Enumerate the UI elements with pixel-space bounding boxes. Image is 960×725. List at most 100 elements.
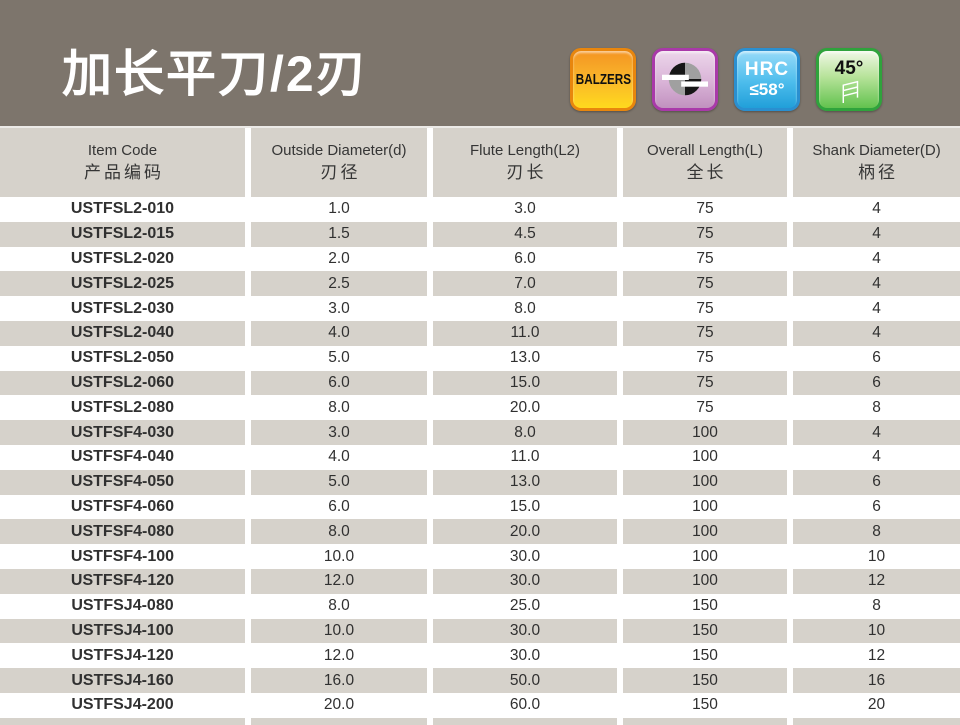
hardness-badge: HRC ≤58° xyxy=(734,48,800,111)
value-cell: 4 xyxy=(790,222,960,247)
balzers-label: BALZERS xyxy=(575,71,630,88)
value-cell: 1.0 xyxy=(248,197,430,222)
item-code-cell: USTFSF4-040 xyxy=(0,445,248,470)
value-cell: 4 xyxy=(790,321,960,346)
table-row: USTFSL2-0606.015.0756 xyxy=(0,371,960,396)
value-cell: 6.0 xyxy=(248,495,430,520)
item-code-cell: USTFSF4-050 xyxy=(0,470,248,495)
table-row: USTFSL2-0101.03.0754 xyxy=(0,197,960,222)
value-cell xyxy=(430,718,620,725)
item-code-cell: USTFSF4-060 xyxy=(0,495,248,520)
value-cell: 150 xyxy=(620,619,790,644)
value-cell: 4 xyxy=(790,197,960,222)
value-cell: 16.0 xyxy=(248,668,430,693)
helix-angle-badge: 45° xyxy=(816,48,882,111)
item-code-cell: USTFSJ4-080 xyxy=(0,594,248,619)
header-label-en: Overall Length(L) xyxy=(623,141,787,161)
table-row: USTFSJ4-16016.050.015016 xyxy=(0,668,960,693)
value-cell: 2.0 xyxy=(248,247,430,272)
table-row: USTFSL2-0151.54.5754 xyxy=(0,222,960,247)
table-row: USTFSF4-12012.030.010012 xyxy=(0,569,960,594)
value-cell xyxy=(620,718,790,725)
value-cell: 75 xyxy=(620,296,790,321)
value-cell: 100 xyxy=(620,519,790,544)
table-row: USTFSL2-0808.020.0758 xyxy=(0,395,960,420)
value-cell: 4 xyxy=(790,420,960,445)
value-cell: 6.0 xyxy=(430,247,620,272)
value-cell: 2.5 xyxy=(248,271,430,296)
table-header-row: Item Code 产品编码 Outside Diameter(d) 刃径 Fl… xyxy=(0,128,960,197)
value-cell: 4 xyxy=(790,296,960,321)
table-row: USTFSJ4-10010.030.015010 xyxy=(0,619,960,644)
value-cell: 8.0 xyxy=(430,420,620,445)
value-cell: 4 xyxy=(790,271,960,296)
header-label-en: Shank Diameter(D) xyxy=(793,141,960,161)
value-cell: 6 xyxy=(790,346,960,371)
value-cell: 4 xyxy=(790,247,960,272)
column-header-item-code: Item Code 产品编码 xyxy=(0,128,248,197)
value-cell: 13.0 xyxy=(430,346,620,371)
value-cell: 20.0 xyxy=(430,519,620,544)
column-header-overall-length: Overall Length(L) 全长 xyxy=(620,128,790,197)
item-code-cell: USTFSF4-100 xyxy=(0,544,248,569)
value-cell: 100 xyxy=(620,445,790,470)
balzers-badge: BALZERS xyxy=(570,48,636,111)
value-cell: 5.0 xyxy=(248,470,430,495)
value-cell: 3.0 xyxy=(248,420,430,445)
value-cell: 75 xyxy=(620,222,790,247)
value-cell: 6 xyxy=(790,495,960,520)
value-cell xyxy=(248,718,430,725)
value-cell: 15.0 xyxy=(430,495,620,520)
value-cell: 75 xyxy=(620,321,790,346)
value-cell: 75 xyxy=(620,371,790,396)
item-code-cell: USTFSJ4-100 xyxy=(0,619,248,644)
table-row: USTFSJ4-12012.030.015012 xyxy=(0,643,960,668)
value-cell: 12.0 xyxy=(248,643,430,668)
item-code-cell: USTFSL2-025 xyxy=(0,271,248,296)
value-cell: 7.0 xyxy=(430,271,620,296)
page-title: 加长平刀/2刃 xyxy=(62,47,368,102)
value-cell: 10.0 xyxy=(248,544,430,569)
value-cell: 25.0 xyxy=(430,594,620,619)
table-row: USTFSL2-0202.06.0754 xyxy=(0,247,960,272)
value-cell: 8.0 xyxy=(248,395,430,420)
value-cell: 20.0 xyxy=(430,395,620,420)
value-cell: 75 xyxy=(620,247,790,272)
item-code-cell: USTFSL2-030 xyxy=(0,296,248,321)
value-cell: 15.0 xyxy=(430,371,620,396)
item-code-cell: USTFSL2-020 xyxy=(0,247,248,272)
item-code-cell: USTFSL2-010 xyxy=(0,197,248,222)
value-cell: 8.0 xyxy=(248,594,430,619)
value-cell: 20 xyxy=(790,693,960,718)
table-row: USTFSL2-0303.08.0754 xyxy=(0,296,960,321)
value-cell: 12.0 xyxy=(248,569,430,594)
item-code-cell: USTFSF4-080 xyxy=(0,519,248,544)
helix-angle-value: 45° xyxy=(835,59,864,78)
value-cell: 75 xyxy=(620,346,790,371)
table-row: USTFSJ4-0808.025.01508 xyxy=(0,594,960,619)
column-header-outside-diameter: Outside Diameter(d) 刃径 xyxy=(248,128,430,197)
banner: 加长平刀/2刃 BALZERS HRC ≤58° 45° xyxy=(0,0,960,126)
coated-tool-icon xyxy=(662,58,708,102)
table-row: USTFSL2-0404.011.0754 xyxy=(0,321,960,346)
value-cell: 6.0 xyxy=(248,371,430,396)
value-cell: 8 xyxy=(790,594,960,619)
item-code-cell: USTFSL2-080 xyxy=(0,395,248,420)
value-cell: 150 xyxy=(620,693,790,718)
item-code-cell: USTFSL2-050 xyxy=(0,346,248,371)
product-table: Item Code 产品编码 Outside Diameter(d) 刃径 Fl… xyxy=(0,128,960,725)
value-cell: 150 xyxy=(620,594,790,619)
value-cell: 100 xyxy=(620,569,790,594)
value-cell: 4 xyxy=(790,445,960,470)
value-cell: 30.0 xyxy=(430,643,620,668)
value-cell: 30.0 xyxy=(430,619,620,644)
column-header-shank-diameter: Shank Diameter(D) 柄径 xyxy=(790,128,960,197)
item-code-cell: USTFSJ4-160 xyxy=(0,668,248,693)
value-cell: 10 xyxy=(790,544,960,569)
value-cell: 10.0 xyxy=(248,619,430,644)
value-cell: 5.0 xyxy=(248,346,430,371)
table-row: USTFSJ4-20020.060.015020 xyxy=(0,693,960,718)
value-cell xyxy=(0,718,248,725)
table-row: USTFSF4-0404.011.01004 xyxy=(0,445,960,470)
value-cell: 100 xyxy=(620,544,790,569)
